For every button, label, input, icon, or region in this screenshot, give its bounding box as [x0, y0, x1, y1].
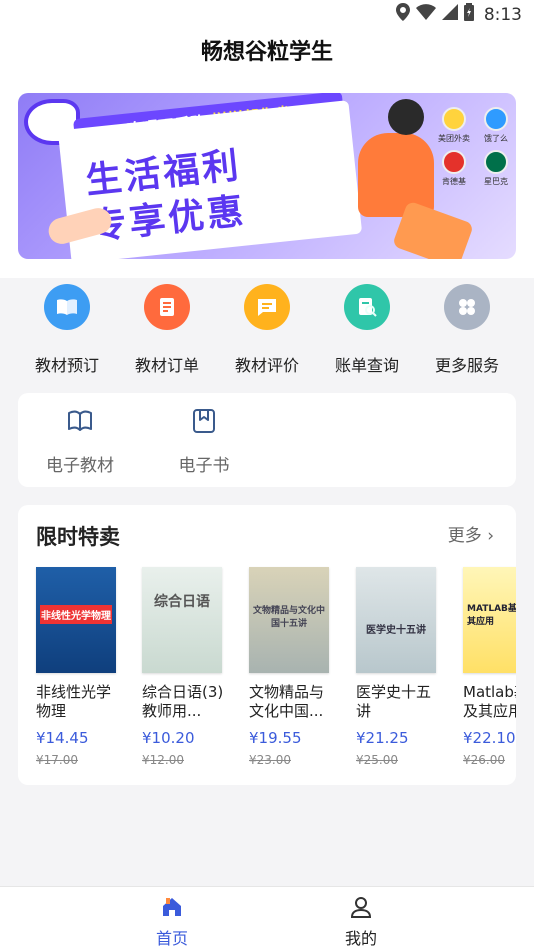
book-price: ¥14.45 — [36, 729, 89, 747]
grid-more-icon — [444, 284, 490, 330]
book-card[interactable]: 医学史十五讲 医学史十五讲 ¥21.25 ¥25.00 — [356, 567, 452, 767]
promo-banner[interactable]: 吃喝玩乐购 样样帮你省 生活福利 专享优惠 美团外卖 饿了么 肯德基 星巴克 — [18, 93, 516, 259]
app-logo-eleme: 饿了么 — [478, 107, 514, 144]
comment-icon — [244, 284, 290, 330]
book-title: 综合日语(3)教师用... — [142, 683, 224, 720]
book-card[interactable]: 文物精品与文化中国十五讲 文物精品与文化中国... ¥19.55 ¥23.00 — [249, 567, 345, 767]
battery-icon — [463, 3, 474, 26]
book-cover: 医学史十五讲 — [356, 567, 436, 673]
book-price: ¥10.20 — [142, 729, 195, 747]
open-book-icon — [66, 410, 94, 439]
person-illustration-legs — [391, 200, 475, 259]
book-title: 文物精品与文化中国... — [249, 683, 325, 720]
menu-item-textbook-booking[interactable]: 教材预订 — [17, 278, 117, 376]
menu-label: 教材评价 — [234, 356, 299, 375]
book-original-price: ¥17.00 — [36, 753, 78, 767]
menu-item-bill-query[interactable]: 账单查询 — [317, 278, 417, 376]
book-title: 非线性光学物理 — [36, 683, 112, 720]
page-title: 畅想谷粒学生 — [200, 40, 333, 65]
bottom-tab-bar: 首页 我的 — [0, 886, 534, 950]
menu-label: 教材预订 — [34, 356, 99, 375]
more-link[interactable]: 更多 › — [448, 521, 494, 546]
book-title: 医学史十五讲 — [356, 683, 432, 720]
ebook-item-etextbook[interactable]: 电子教材 — [30, 407, 130, 476]
book-price: ¥21.25 — [356, 729, 409, 747]
order-list-icon — [144, 284, 190, 330]
banner-app-logos: 美团外卖 饿了么 肯德基 星巴克 — [436, 107, 514, 187]
book-card[interactable]: MATLAB基础及其应用 Matlab基础及其应用 ¥22.10 ¥26.00 — [463, 567, 516, 767]
user-icon — [349, 897, 373, 923]
flash-sale-section: 限时特卖 更多 › 非线性光学物理 非线性光学物理 ¥14.45 ¥17.00 … — [18, 505, 516, 785]
book-original-price: ¥23.00 — [249, 753, 291, 767]
book-cover: 非线性光学物理 — [36, 567, 116, 673]
home-icon — [160, 898, 184, 923]
book-original-price: ¥26.00 — [463, 753, 505, 767]
section-title: 限时特卖 — [36, 525, 120, 549]
wifi-icon — [415, 4, 436, 25]
person-illustration-body — [358, 133, 434, 217]
menu-label: 教材订单 — [134, 356, 199, 375]
menu-item-more-services[interactable]: 更多服务 — [417, 278, 517, 376]
menu-label: 账单查询 — [334, 356, 399, 375]
book-cover: 综合日语 — [142, 567, 222, 673]
person-illustration-head — [388, 99, 424, 135]
book-price: ¥19.55 — [249, 729, 302, 747]
book-price: ¥22.10 — [463, 729, 516, 747]
app-header: 畅想谷粒学生 — [0, 30, 534, 78]
bookmark-book-icon — [190, 409, 218, 439]
book-card[interactable]: 综合日语 综合日语(3)教师用... ¥10.20 ¥12.00 — [142, 567, 238, 767]
book-open-icon — [44, 284, 90, 330]
ebook-item-ebook[interactable]: 电子书 — [154, 407, 254, 476]
book-cover: MATLAB基础及其应用 — [463, 567, 516, 673]
service-menu: 教材预订 教材订单 教材评价 账单查询 更多服务 — [0, 278, 534, 380]
tab-label: 我的 — [344, 929, 377, 948]
app-logo-starbucks: 星巴克 — [478, 150, 514, 187]
signal-icon — [441, 4, 458, 25]
app-logo-kfc: 肯德基 — [436, 150, 472, 187]
book-original-price: ¥25.00 — [356, 753, 398, 767]
menu-item-textbook-reviews[interactable]: 教材评价 — [217, 278, 317, 376]
status-icons: 8:13 — [395, 3, 522, 26]
book-original-price: ¥12.00 — [142, 753, 184, 767]
status-bar: 8:13 — [0, 0, 534, 30]
ebook-label: 电子教材 — [46, 456, 114, 476]
book-cover: 文物精品与文化中国十五讲 — [249, 567, 329, 673]
app-logo-meituan: 美团外卖 — [436, 107, 472, 144]
status-time: 8:13 — [483, 4, 522, 25]
bill-search-icon — [344, 284, 390, 330]
banner-headline: 生活福利 专享优惠 — [84, 143, 249, 251]
ebook-panel: 电子教材 电子书 — [18, 393, 516, 487]
menu-item-textbook-orders[interactable]: 教材订单 — [117, 278, 217, 376]
tab-mine[interactable]: 我的 — [321, 895, 401, 949]
chevron-right-icon: › — [487, 526, 494, 546]
tab-label: 首页 — [155, 929, 188, 948]
menu-label: 更多服务 — [434, 356, 499, 375]
ebook-label: 电子书 — [178, 456, 230, 476]
book-title: Matlab基础及其应用 — [463, 683, 516, 720]
book-card[interactable]: 非线性光学物理 非线性光学物理 ¥14.45 ¥17.00 — [36, 567, 132, 767]
location-icon — [395, 3, 410, 26]
tab-home[interactable]: 首页 — [132, 895, 212, 949]
